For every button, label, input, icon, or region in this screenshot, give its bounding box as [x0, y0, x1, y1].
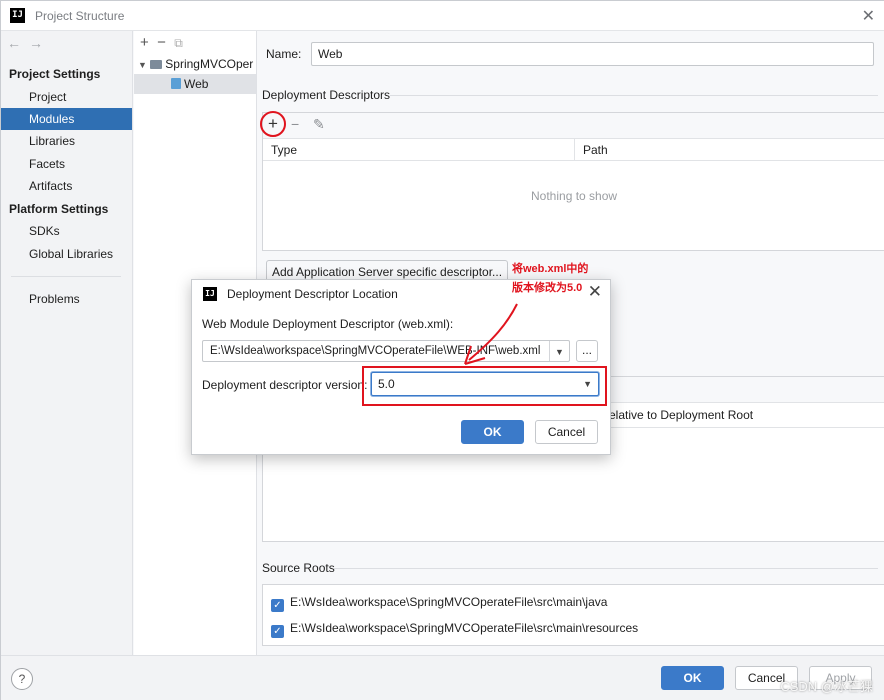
- browse-button[interactable]: ...: [576, 340, 598, 362]
- version-highlight-box: [362, 366, 607, 406]
- settings-nav: ←→ Project Settings Project Modules Libr…: [1, 31, 133, 655]
- dialog-close-icon[interactable]: ✕: [588, 282, 602, 302]
- deployment-descriptors-title: Deployment Descriptors: [262, 88, 391, 102]
- dropdown-arrow-icon[interactable]: ▼: [549, 341, 569, 361]
- annotation-arrow-icon: [464, 303, 518, 365]
- section-divider: [334, 568, 878, 569]
- tree-node-label: SpringMVCOper: [165, 57, 254, 71]
- title-bar: IJ Project Structure ✕: [1, 1, 884, 31]
- source-root-row[interactable]: ✓ E:\WsIdea\workspace\SpringMVCOperateFil…: [271, 621, 638, 638]
- name-label: Name:: [266, 47, 302, 61]
- intellij-logo-icon: IJ: [203, 287, 217, 301]
- back-arrow-icon[interactable]: ←: [7, 35, 29, 51]
- edit-pencil-icon[interactable]: ✎: [313, 116, 325, 133]
- nav-item-modules[interactable]: Modules: [1, 108, 132, 130]
- add-descriptor-icon[interactable]: +: [260, 111, 286, 137]
- annotation-line: 版本修改为5.0: [512, 282, 583, 294]
- source-root-path: E:\WsIdea\workspace\SpringMVCOperateFile…: [290, 595, 608, 609]
- descriptor-toolbar: [263, 113, 884, 139]
- tree-node-web[interactable]: Web: [134, 74, 256, 94]
- checkbox-checked-icon[interactable]: ✓: [271, 625, 284, 638]
- web-root-path-header: elative to Deployment Root: [609, 408, 754, 422]
- window-title: Project Structure: [35, 9, 125, 23]
- nav-item-libraries[interactable]: Libraries: [1, 130, 132, 152]
- source-roots-panel: ✓ E:\WsIdea\workspace\SpringMVCOperateFil…: [262, 584, 884, 646]
- add-icon[interactable]: +: [140, 34, 149, 51]
- source-root-row[interactable]: ✓ E:\WsIdea\workspace\SpringMVCOperateFil…: [271, 595, 607, 612]
- nav-item-project[interactable]: Project: [1, 86, 132, 108]
- nav-history-arrows: ←→: [7, 35, 51, 51]
- project-settings-header: Project Settings: [9, 67, 101, 81]
- annotation-line: 将web.xml中的: [512, 263, 589, 275]
- tree-toolbar: + − ⧉: [140, 34, 183, 51]
- column-path[interactable]: Path: [575, 139, 884, 161]
- checkbox-checked-icon[interactable]: ✓: [271, 599, 284, 612]
- descriptor-path-label: Web Module Deployment Descriptor (web.xm…: [202, 317, 454, 331]
- csdn-watermark: CSDN @冰芒猓: [780, 679, 873, 694]
- deployment-descriptors-panel: + − ✎ Type Path Nothing to show: [260, 111, 884, 251]
- nav-divider: [11, 276, 121, 277]
- web-facet-icon: [171, 78, 181, 89]
- annotation-text: 将web.xml中的 版本修改为5.0: [512, 260, 588, 298]
- dialog-cancel-button[interactable]: Cancel: [535, 420, 598, 444]
- remove-icon[interactable]: −: [157, 34, 166, 51]
- nav-item-sdks[interactable]: SDKs: [1, 220, 132, 242]
- tree-node-label: Web: [184, 77, 209, 91]
- empty-table-text: Nothing to show: [531, 189, 618, 203]
- nav-item-problems[interactable]: Problems: [1, 288, 132, 310]
- folder-icon: [150, 60, 163, 69]
- nav-item-artifacts[interactable]: Artifacts: [1, 175, 132, 197]
- dialog-ok-button[interactable]: OK: [461, 420, 524, 444]
- dialog-footer: ? OK Cancel Apply CSDN @冰芒猓: [1, 655, 884, 700]
- descriptor-table-header: Type Path: [263, 139, 884, 162]
- ok-button[interactable]: OK: [661, 666, 724, 690]
- copy-icon[interactable]: ⧉: [174, 36, 183, 50]
- source-root-path: E:\WsIdea\workspace\SpringMVCOperateFile…: [290, 621, 639, 635]
- intellij-logo-icon: IJ: [10, 8, 25, 23]
- collapse-chevron-icon[interactable]: ▼: [138, 60, 147, 70]
- platform-settings-header: Platform Settings: [9, 202, 109, 216]
- source-roots-title: Source Roots: [262, 561, 335, 575]
- tree-node-project[interactable]: ▼ SpringMVCOper: [138, 54, 256, 74]
- name-field[interactable]: Web: [311, 42, 874, 66]
- remove-descriptor-icon[interactable]: −: [291, 116, 299, 132]
- nav-item-facets[interactable]: Facets: [1, 153, 132, 175]
- forward-arrow-icon[interactable]: →: [29, 35, 51, 51]
- help-icon[interactable]: ?: [11, 668, 33, 690]
- window-close-icon[interactable]: ✕: [862, 6, 875, 26]
- column-type[interactable]: Type: [263, 139, 575, 161]
- dialog-title: Deployment Descriptor Location: [227, 287, 398, 301]
- version-label: Deployment descriptor version:: [202, 378, 368, 392]
- nav-item-global-libraries[interactable]: Global Libraries: [1, 243, 132, 265]
- section-divider: [390, 95, 878, 96]
